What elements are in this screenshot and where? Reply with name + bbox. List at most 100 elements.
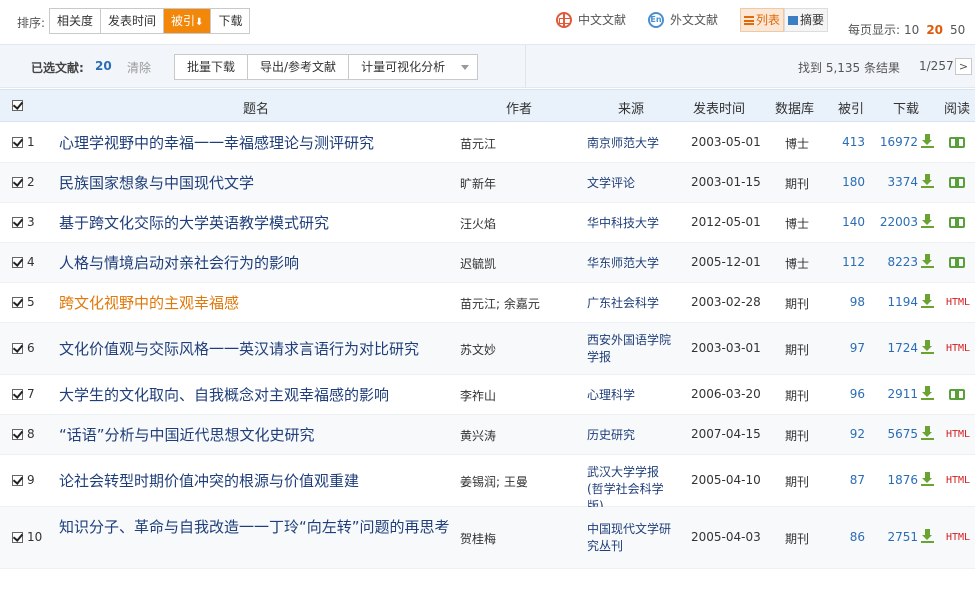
row-checkbox[interactable] [12, 475, 23, 486]
header-date[interactable]: 发表时间 [693, 98, 745, 117]
result-title-link[interactable]: 大学生的文化取向、自我概念对主观幸福感的影响 [59, 385, 454, 405]
read-html-link[interactable]: HTML [946, 343, 970, 354]
header-source[interactable]: 来源 [618, 98, 644, 117]
result-download-count[interactable]: 1724 [872, 341, 918, 355]
result-source-link[interactable]: 历史研究 [587, 427, 675, 444]
row-checkbox[interactable] [12, 297, 23, 308]
result-title-link[interactable]: “话语”分析与中国近代思想文化史研究 [59, 425, 454, 445]
result-cited-count[interactable]: 87 [835, 473, 865, 487]
result-download-count[interactable]: 5675 [872, 427, 918, 441]
read-book-icon[interactable] [949, 257, 966, 269]
result-author[interactable]: 苗元江; 余嘉元 [460, 295, 540, 312]
result-download-count[interactable]: 8223 [872, 255, 918, 269]
result-source-link[interactable]: 华东师范大学 [587, 255, 675, 272]
read-book-icon[interactable] [949, 217, 966, 229]
sort-relevance-button[interactable]: 相关度 [50, 9, 102, 33]
read-html-link[interactable]: HTML [946, 475, 970, 486]
result-title-link[interactable]: 论社会转型时期价值冲突的根源与价值观重建 [59, 471, 454, 491]
clear-selection-link[interactable]: 清除 [127, 59, 151, 76]
result-cited-count[interactable]: 112 [835, 255, 865, 269]
header-read[interactable]: 阅读 [944, 98, 970, 117]
result-title-link[interactable]: 民族国家想象与中国现代文学 [59, 173, 454, 193]
row-checkbox[interactable] [12, 389, 23, 400]
per-page-10[interactable]: 10 [904, 23, 919, 37]
result-title-link[interactable]: 心理学视野中的幸福一一幸福感理论与测评研究 [59, 133, 454, 153]
result-author[interactable]: 苏文妙 [460, 341, 496, 358]
read-book-icon[interactable] [949, 389, 966, 401]
result-cited-count[interactable]: 86 [835, 530, 865, 544]
result-cited-count[interactable]: 96 [835, 387, 865, 401]
result-author[interactable]: 贺桂梅 [460, 530, 496, 547]
result-cited-count[interactable]: 413 [835, 135, 865, 149]
per-page-50[interactable]: 50 [950, 23, 965, 37]
header-title[interactable]: 题名 [243, 98, 269, 117]
foreign-literature-link[interactable]: En 外文文献 [648, 11, 718, 28]
result-author[interactable]: 迟毓凯 [460, 255, 496, 272]
row-checkbox[interactable] [12, 429, 23, 440]
read-book-icon[interactable] [949, 177, 966, 189]
result-source-link[interactable]: 广东社会科学 [587, 295, 675, 312]
header-database[interactable]: 数据库 [775, 98, 814, 117]
page-indicator: 1/257 [919, 59, 954, 73]
result-download-count[interactable]: 22003 [872, 215, 918, 229]
result-source-link[interactable]: 中国现代文学研究丛刊 [587, 521, 675, 555]
read-book-icon[interactable] [949, 137, 966, 149]
result-source-link[interactable]: 心理科学 [587, 387, 675, 404]
row-checkbox[interactable] [12, 532, 23, 543]
chinese-literature-link[interactable]: 中文文献 [556, 11, 626, 28]
read-html-link[interactable]: HTML [946, 429, 970, 440]
export-reference-button[interactable]: 导出/参考文献 [248, 55, 350, 79]
result-download-count[interactable]: 1876 [872, 473, 918, 487]
result-author[interactable]: 黄兴涛 [460, 427, 496, 444]
list-view-button[interactable]: 列表 [740, 8, 785, 32]
result-author[interactable]: 姜锡润; 王曼 [460, 473, 528, 490]
result-database: 期刊 [785, 297, 810, 311]
batch-download-button[interactable]: 批量下载 [175, 55, 249, 79]
row-checkbox[interactable] [12, 217, 23, 228]
next-page-button[interactable]: > [955, 58, 972, 75]
sort-download-button[interactable]: 下载 [211, 9, 249, 33]
select-all-checkbox[interactable] [12, 100, 23, 111]
result-download-count[interactable]: 1194 [872, 295, 918, 309]
result-title-link[interactable]: 人格与情境启动对亲社会行为的影响 [59, 253, 454, 273]
visual-analysis-dropdown[interactable]: 计量可视化分析 [349, 55, 477, 79]
read-html-link[interactable]: HTML [946, 297, 970, 308]
result-cited-count[interactable]: 98 [835, 295, 865, 309]
per-page-20[interactable]: 20 [926, 23, 943, 37]
result-author[interactable]: 李祚山 [460, 387, 496, 404]
result-source-link[interactable]: 华中科技大学 [587, 215, 675, 232]
row-checkbox[interactable] [12, 343, 23, 354]
result-title-link[interactable]: 文化价值观与交际风格一一英汉请求言语行为对比研究 [59, 339, 454, 359]
read-html-link[interactable]: HTML [946, 532, 970, 543]
result-source-link[interactable]: 西安外国语学院学报 [587, 332, 675, 366]
result-author[interactable]: 汪火焰 [460, 215, 496, 232]
result-source-link[interactable]: 南京师范大学 [587, 135, 675, 152]
result-title-link[interactable]: 基于跨文化交际的大学英语教学模式研究 [59, 213, 454, 233]
row-number: 9 [27, 473, 35, 487]
result-database: 期刊 [785, 475, 810, 489]
result-title-link[interactable]: 知识分子、革命与自我改造一一丁玲“向左转”问题的再思考 [59, 517, 454, 537]
header-cited[interactable]: 被引 [838, 98, 864, 117]
header-downloads[interactable]: 下载 [893, 98, 919, 117]
result-download-count[interactable]: 2911 [872, 387, 918, 401]
result-cited-count[interactable]: 97 [835, 341, 865, 355]
row-checkbox[interactable] [12, 137, 23, 148]
result-title-link[interactable]: 跨文化视野中的主观幸福感 [59, 293, 454, 313]
result-download-count[interactable]: 3374 [872, 175, 918, 189]
sort-cited-label: 被引 [171, 14, 196, 28]
result-cited-count[interactable]: 180 [835, 175, 865, 189]
result-author[interactable]: 旷新年 [460, 175, 496, 192]
result-download-count[interactable]: 2751 [872, 530, 918, 544]
result-source-link[interactable]: 文学评论 [587, 175, 675, 192]
result-cited-count[interactable]: 92 [835, 427, 865, 441]
row-checkbox[interactable] [12, 257, 23, 268]
header-author[interactable]: 作者 [506, 98, 532, 117]
sort-date-button[interactable]: 发表时间 [101, 9, 165, 33]
result-cited-count[interactable]: 140 [835, 215, 865, 229]
result-download-count[interactable]: 16972 [872, 135, 918, 149]
abstract-view-button[interactable]: 摘要 [784, 8, 829, 32]
sort-cited-button[interactable]: 被引⬇ [164, 9, 212, 33]
row-checkbox[interactable] [12, 177, 23, 188]
download-icon-base [921, 306, 934, 308]
result-author[interactable]: 苗元江 [460, 135, 496, 152]
